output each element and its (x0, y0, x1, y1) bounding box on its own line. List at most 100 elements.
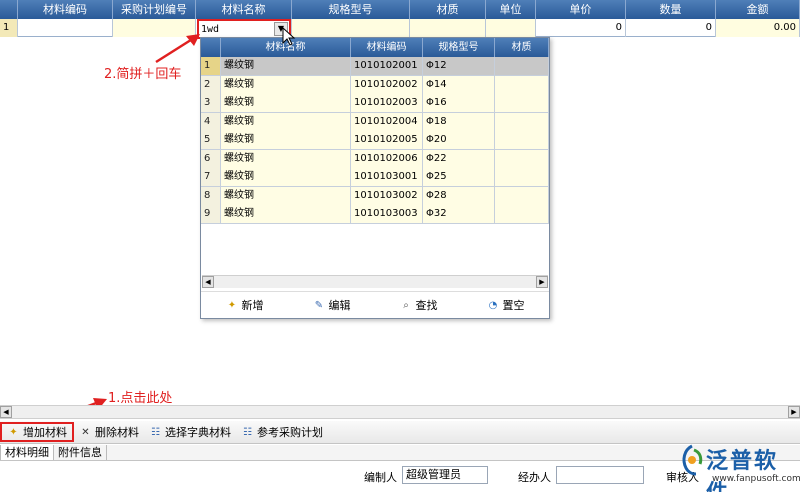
row-index: 1 (0, 19, 18, 37)
popup-scrollbar[interactable]: ◀ ▶ (202, 275, 548, 288)
row-material (495, 112, 549, 131)
row-index: 9 (201, 205, 221, 223)
ref-purchase-plan-button[interactable]: ☷ 参考采购计划 (236, 422, 328, 442)
list-icon: ☷ (151, 426, 160, 438)
delete-material-button[interactable]: ✕ 删除材料 (74, 422, 144, 442)
popup-header-code[interactable]: 材料编码 (351, 38, 423, 57)
header-material-code[interactable]: 材料编码 (18, 0, 113, 19)
scroll-right-icon[interactable]: ▶ (788, 406, 800, 418)
row-code: 1010102003 (351, 94, 423, 112)
list-icon: ☷ (243, 426, 252, 438)
row-name: 螺纹钢 (221, 75, 351, 94)
clear-icon: ◔ (488, 299, 498, 311)
edit-icon: ✎ (314, 299, 324, 311)
row-code: 1010103002 (351, 186, 423, 205)
row-spec: Φ28 (423, 186, 495, 205)
row-name: 螺纹钢 (221, 131, 351, 149)
list-item[interactable]: 3 螺纹钢 1010102003 Φ16 (201, 94, 549, 113)
cell-spec[interactable] (292, 19, 410, 37)
popup-header: 材料名称 材料编码 规格型号 材质 (201, 38, 549, 57)
row-spec: Φ22 (423, 149, 495, 168)
list-item[interactable]: 6 螺纹钢 1010102006 Φ22 (201, 149, 549, 168)
header-texture[interactable]: 材质 (410, 0, 486, 19)
material-name-input[interactable] (201, 22, 273, 36)
row-material (495, 186, 549, 205)
row-name: 螺纹钢 (221, 205, 351, 223)
cell-texture[interactable] (410, 19, 486, 37)
list-item[interactable]: 1 螺纹钢 1010102001 Φ12 (201, 57, 549, 76)
select-dict-material-button[interactable]: ☷ 选择字典材料 (144, 422, 236, 442)
row-index: 5 (201, 131, 221, 149)
row-spec: Φ20 (423, 131, 495, 149)
header-amount[interactable]: 金额 (716, 0, 800, 19)
row-index: 2 (201, 75, 221, 94)
list-item[interactable]: 5 螺纹钢 1010102005 Φ20 (201, 131, 549, 150)
row-code: 1010102002 (351, 75, 423, 94)
table-row[interactable]: 1 0 0 0.00 (0, 19, 800, 37)
popup-header-spec[interactable]: 规格型号 (423, 38, 495, 57)
material-dropdown-popup[interactable]: 材料名称 材料编码 规格型号 材质 1 螺纹钢 1010102001 Φ12 2… (200, 37, 550, 319)
popup-header-material[interactable]: 材质 (495, 38, 549, 57)
popup-find-button[interactable]: ⌕ 查找 (400, 297, 437, 313)
handler-field[interactable] (556, 466, 644, 484)
row-spec: Φ14 (423, 75, 495, 94)
row-code: 1010103001 (351, 168, 423, 186)
row-material (495, 131, 549, 149)
row-name: 螺纹钢 (221, 57, 351, 75)
row-spec: Φ16 (423, 94, 495, 112)
list-item[interactable]: 2 螺纹钢 1010102002 Φ14 (201, 75, 549, 94)
header-unit[interactable]: 单位 (486, 0, 536, 19)
header-unit-price[interactable]: 单价 (536, 0, 626, 19)
row-code: 1010102006 (351, 149, 423, 168)
search-icon: ⌕ (403, 299, 409, 311)
add-material-button[interactable]: ✦ 增加材料 (0, 422, 74, 442)
row-code: 1010102001 (351, 57, 423, 75)
logo-url: www.fanpusoft.com (712, 474, 800, 484)
popup-add-label: 新增 (241, 299, 264, 312)
row-name: 螺纹钢 (221, 94, 351, 112)
annotation-step1: 1.点击此处 (108, 391, 173, 406)
logo-brand-text: 泛普软件 (706, 449, 779, 492)
grid-header: 材料编码 采购计划编号 材料名称 规格型号 材质 单位 单价 数量 金额 (0, 0, 800, 19)
row-spec: Φ18 (423, 112, 495, 131)
popup-clear-label: 置空 (502, 299, 525, 312)
row-material (495, 75, 549, 94)
tab-material-detail[interactable]: 材料明细 (0, 445, 54, 460)
row-index: 8 (201, 186, 221, 205)
header-plan-no[interactable]: 采购计划编号 (113, 0, 196, 19)
popup-rows: 1 螺纹钢 1010102001 Φ12 2 螺纹钢 1010102002 Φ1… (201, 57, 549, 224)
list-item[interactable]: 4 螺纹钢 1010102004 Φ18 (201, 112, 549, 131)
cell-material-code[interactable] (18, 19, 113, 37)
row-name: 螺纹钢 (221, 168, 351, 186)
row-index: 1 (201, 57, 221, 75)
row-name: 螺纹钢 (221, 149, 351, 168)
material-name-combo[interactable]: ▼ (197, 19, 291, 39)
row-material (495, 94, 549, 112)
add-icon: ✦ (9, 426, 18, 438)
scroll-left-icon[interactable]: ◀ (202, 276, 214, 288)
scroll-left-icon[interactable]: ◀ (0, 406, 12, 418)
grid-hscrollbar[interactable]: ◀ ▶ (0, 405, 800, 419)
header-quantity[interactable]: 数量 (626, 0, 716, 19)
scroll-right-icon[interactable]: ▶ (536, 276, 548, 288)
list-item[interactable]: 9 螺纹钢 1010103003 Φ32 (201, 205, 549, 224)
row-material (495, 205, 549, 223)
list-item[interactable]: 8 螺纹钢 1010103002 Φ28 (201, 186, 549, 205)
tab-attachments[interactable]: 附件信息 (54, 445, 107, 460)
cell-unit-price[interactable]: 0 (536, 19, 626, 37)
popup-add-button[interactable]: ✦ 新增 (226, 297, 264, 313)
cell-quantity[interactable]: 0 (626, 19, 716, 37)
header-material-name[interactable]: 材料名称 (196, 0, 292, 19)
list-item[interactable]: 7 螺纹钢 1010103001 Φ25 (201, 168, 549, 187)
annotation-step2: 2.简拼＋回车 (104, 67, 182, 82)
popup-header-rownum (201, 38, 221, 57)
header-rownum (0, 0, 18, 19)
header-spec[interactable]: 规格型号 (292, 0, 410, 19)
cell-amount[interactable]: 0.00 (716, 19, 800, 37)
popup-edit-button[interactable]: ✎ 编辑 (313, 297, 351, 313)
popup-clear-button[interactable]: ◔ 置空 (487, 297, 525, 313)
cell-unit[interactable] (486, 19, 536, 37)
row-material (495, 149, 549, 168)
maker-field[interactable]: 超级管理员 (402, 466, 488, 484)
row-material (495, 168, 549, 186)
